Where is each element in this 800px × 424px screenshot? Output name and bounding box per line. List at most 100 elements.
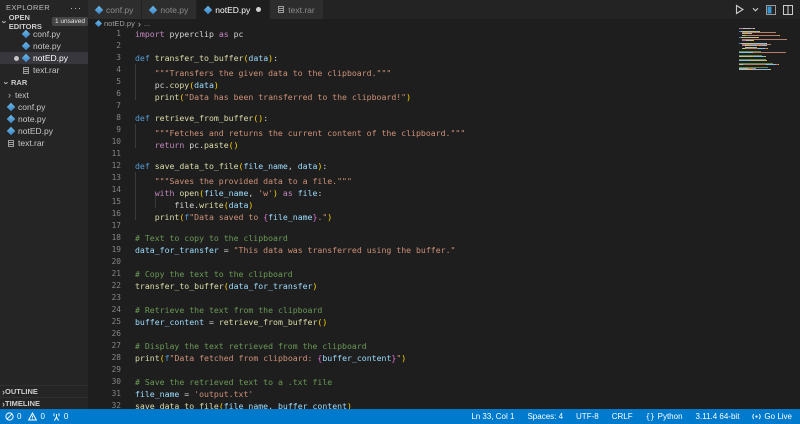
line-number: 16 xyxy=(88,208,121,220)
status-indentation[interactable]: Spaces: 4 xyxy=(527,412,563,421)
code-line[interactable]: 30# Save the retrieved text to a .txt fi… xyxy=(88,376,800,388)
code-line-content xyxy=(121,292,135,304)
open-preview-button[interactable] xyxy=(766,5,776,15)
code-line[interactable]: 9"""Fetches and returns the current cont… xyxy=(88,124,800,136)
open-editors-header[interactable]: › OPEN EDITORS 1 unsaved xyxy=(0,15,88,28)
run-python-file-button[interactable] xyxy=(734,4,745,15)
line-number: 9 xyxy=(88,124,121,136)
code-line[interactable]: 25buffer_content = retrieve_from_buffer(… xyxy=(88,316,800,328)
status-go-live[interactable]: Go Live xyxy=(752,412,792,421)
status-eol[interactable]: CRLF xyxy=(612,412,633,421)
python-file-icon xyxy=(7,115,15,123)
status-ports[interactable]: 0 xyxy=(52,412,68,421)
code-line[interactable]: 28print(f"Data fetched from clipboard: {… xyxy=(88,352,800,364)
code-line[interactable]: 3def transfer_to_buffer(data): xyxy=(88,52,800,64)
code-line[interactable]: 22transfer_to_buffer(data_for_transfer) xyxy=(88,280,800,292)
status-bar: 000 Ln 33, Col 1Spaces: 4UTF-8CRLF{}Pyth… xyxy=(0,409,800,424)
code-line[interactable]: 26 xyxy=(88,328,800,340)
code-line[interactable]: 8def retrieve_from_buffer(): xyxy=(88,112,800,124)
tabs: conf.py note.pynotED.pytext.rar xyxy=(88,0,324,19)
line-number: 20 xyxy=(88,256,121,268)
timeline-section[interactable]: › TIMELINE xyxy=(0,397,88,409)
status-interpreter[interactable]: 3.11.4 64-bit xyxy=(696,412,740,421)
open-editor-item-noted-py[interactable]: notED.py xyxy=(0,52,88,64)
run-dropdown-button[interactable] xyxy=(752,6,759,13)
code-line[interactable]: 2 xyxy=(88,40,800,52)
folder-section-header[interactable]: › RAR xyxy=(0,76,88,89)
code-line[interactable]: 24# Retrieve the text from the clipboard xyxy=(88,304,800,316)
minimap[interactable] xyxy=(739,28,789,78)
code-line[interactable]: 18# Text to copy to the clipboard xyxy=(88,232,800,244)
code-line-content: """Fetches and returns the current conte… xyxy=(121,124,465,136)
line-number: 14 xyxy=(88,184,121,196)
code-line[interactable]: 32save_data_to_file(file_name, buffer_co… xyxy=(88,400,800,409)
code-line-content: print("Data has been transferred to the … xyxy=(121,88,411,100)
file-item-noted-py[interactable]: notED.py xyxy=(0,125,88,137)
breadcrumb[interactable]: notED.py › ... xyxy=(88,19,800,28)
code-line[interactable]: 12def save_data_to_file(file_name, data)… xyxy=(88,160,800,172)
outline-section[interactable]: › OUTLINE xyxy=(0,385,88,397)
breadcrumb-file: notED.py xyxy=(104,19,135,28)
code-line[interactable]: 5pc.copy(data) xyxy=(88,76,800,88)
status-ports-count: 0 xyxy=(64,412,68,421)
python-file-icon xyxy=(95,20,102,27)
file-item-note-py[interactable]: note.py xyxy=(0,113,88,125)
tab-noted-py[interactable]: notED.py xyxy=(197,0,269,19)
file-label: note.py xyxy=(18,114,46,124)
file-item-text[interactable]: ›text xyxy=(0,89,88,101)
code-line-content: def retrieve_from_buffer(): xyxy=(121,112,268,124)
chevron-down-icon xyxy=(752,6,759,13)
code-line[interactable]: 14with open(file_name, 'w') as file: xyxy=(88,184,800,196)
indent-guide xyxy=(135,172,155,184)
code-line[interactable]: 6print("Data has been transferred to the… xyxy=(88,88,800,100)
tab-conf-py[interactable]: conf.py xyxy=(88,0,141,19)
code-line[interactable]: 31file_name = 'output.txt' xyxy=(88,388,800,400)
indent-guide xyxy=(135,76,155,88)
code-line[interactable]: 16print(f"Data saved to {file_name}.") xyxy=(88,208,800,220)
status-encoding[interactable]: UTF-8 xyxy=(576,412,599,421)
status-errors[interactable]: 0 xyxy=(5,412,21,421)
open-editor-item-note-py[interactable]: note.py xyxy=(0,40,88,52)
file-item-text-rar[interactable]: text.rar xyxy=(0,137,88,149)
tab-text-rar[interactable]: text.rar xyxy=(270,0,322,19)
code-line[interactable]: 20 xyxy=(88,256,800,268)
tab-bar: conf.py note.pynotED.pytext.rar xyxy=(88,0,800,19)
python-file-icon xyxy=(22,30,30,38)
status-cursor-position[interactable]: Ln 33, Col 1 xyxy=(471,412,514,421)
code-line[interactable]: 23 xyxy=(88,292,800,304)
code-line[interactable]: 21# Copy the text to the clipboard xyxy=(88,268,800,280)
split-editor-button[interactable] xyxy=(783,5,793,15)
code-area[interactable]: 1import pyperclip as pc23def transfer_to… xyxy=(88,28,800,409)
python-file-icon xyxy=(7,127,15,135)
modified-dot-icon xyxy=(14,56,19,61)
code-line[interactable]: 4"""Transfers the given data to the clip… xyxy=(88,64,800,76)
line-number: 15 xyxy=(88,196,121,208)
more-actions-icon[interactable]: ··· xyxy=(70,3,82,13)
editor-group: conf.pynote.pynotED.pytext.rar notED.py … xyxy=(88,0,800,409)
code-line[interactable]: 15file.write(data) xyxy=(88,196,800,208)
file-label: notED.py xyxy=(18,126,53,136)
tab-note-py[interactable]: note.py xyxy=(142,0,196,19)
open-editor-item-text-rar[interactable]: text.rar xyxy=(0,64,88,76)
status-language[interactable]: {}Python xyxy=(646,412,683,421)
line-number: 22 xyxy=(88,280,121,292)
status-warnings[interactable]: 0 xyxy=(28,412,44,421)
folder-name: RAR xyxy=(11,78,27,87)
line-number: 7 xyxy=(88,100,121,112)
chevron-down-icon: › xyxy=(1,81,11,84)
archive-file-icon xyxy=(8,140,14,147)
tab-label: conf.py xyxy=(106,5,133,15)
file-item-conf-py[interactable]: conf.py xyxy=(0,101,88,113)
code-line[interactable]: 27# Display the text retrieved from the … xyxy=(88,340,800,352)
line-number: 31 xyxy=(88,388,121,400)
line-number: 3 xyxy=(88,52,121,64)
code-line[interactable]: 13"""Saves the provided data to a file."… xyxy=(88,172,800,184)
run-icon xyxy=(734,4,745,15)
code-line[interactable]: 29 xyxy=(88,364,800,376)
outline-label: OUTLINE xyxy=(5,387,38,396)
code-line[interactable]: 1import pyperclip as pc xyxy=(88,28,800,40)
line-number: 25 xyxy=(88,316,121,328)
code-line-content: # Retrieve the text from the clipboard xyxy=(121,304,322,316)
code-line[interactable]: 19data_for_transfer = "This data was tra… xyxy=(88,244,800,256)
error-circle-icon xyxy=(5,412,14,421)
